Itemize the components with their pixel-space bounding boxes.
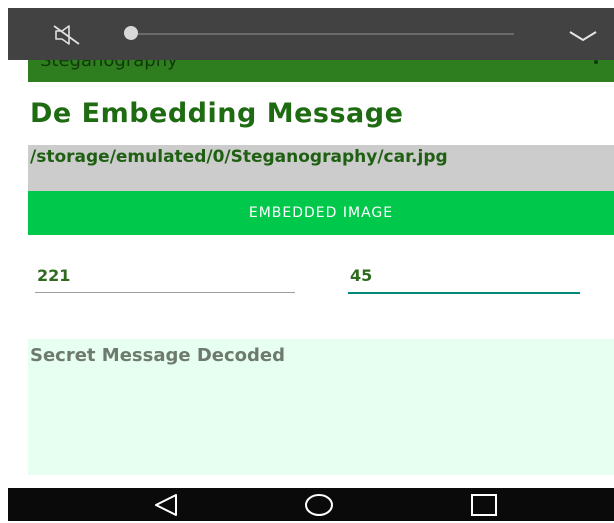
decoded-message-placeholder: Secret Message Decoded: [30, 345, 286, 366]
y-input-field[interactable]: 45: [348, 262, 580, 294]
decoded-message-area[interactable]: Secret Message Decoded: [28, 339, 614, 475]
y-input-value: 45: [350, 266, 373, 285]
page-title: De Embedding Message: [30, 98, 404, 129]
home-icon[interactable]: [299, 491, 339, 519]
toolbar-title: Steganography: [40, 60, 178, 71]
chevron-down-icon[interactable]: [568, 28, 598, 47]
recents-icon[interactable]: [464, 491, 504, 519]
overflow-menu-icon[interactable]: [594, 60, 598, 64]
embedded-image-button[interactable]: EMBEDDED IMAGE: [28, 191, 614, 235]
navigation-bar: [8, 488, 614, 521]
back-icon[interactable]: [146, 491, 186, 519]
volume-slider-track[interactable]: [124, 33, 514, 35]
volume-slider-thumb[interactable]: [124, 26, 138, 40]
volume-off-icon[interactable]: [52, 24, 82, 50]
x-input-value: 221: [37, 266, 71, 285]
x-input-field[interactable]: 221: [35, 262, 295, 293]
app-toolbar: Steganography: [28, 60, 614, 82]
file-path-display: /storage/emulated/0/Steganography/car.jp…: [28, 145, 614, 191]
volume-panel: [8, 8, 614, 60]
file-path-text: /storage/emulated/0/Steganography/car.jp…: [30, 147, 448, 167]
